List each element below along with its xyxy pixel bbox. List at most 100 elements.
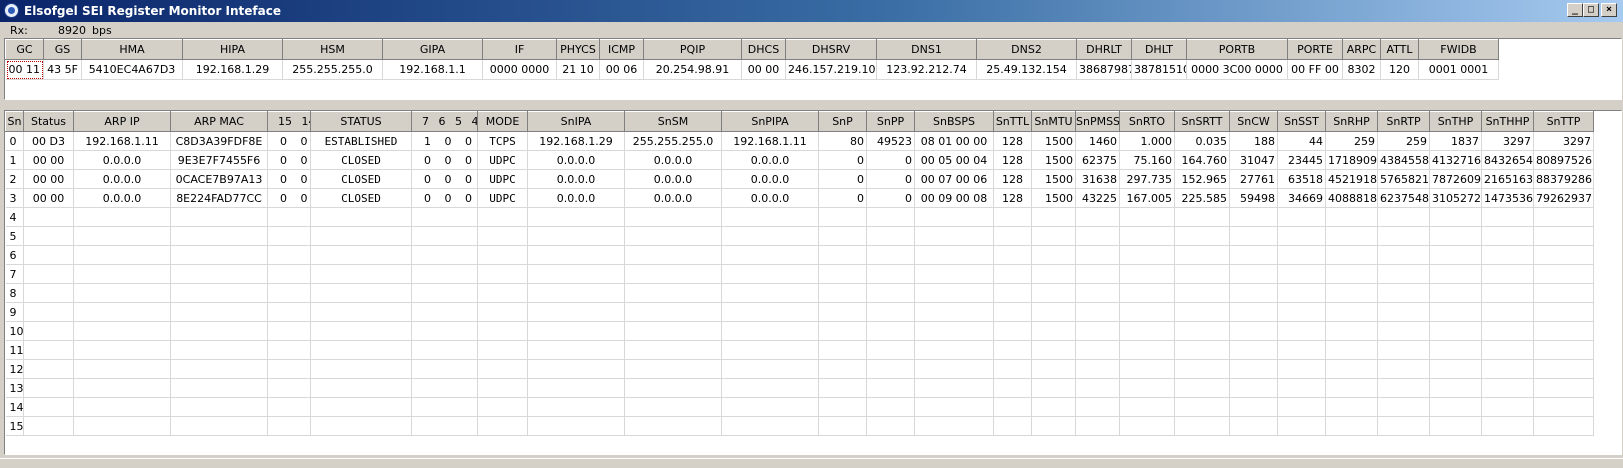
socket-cell-snsm[interactable] xyxy=(624,378,722,398)
socket-cell-snrtp[interactable]: 62375488 xyxy=(1377,188,1430,208)
socket-cell-snrto[interactable] xyxy=(1119,340,1175,360)
socket-cell-7-6-5-4[interactable] xyxy=(411,378,478,398)
socket-cell-snttp[interactable] xyxy=(1533,321,1594,341)
socket-cell-7-6-5-4[interactable]: 0 0 0 0 xyxy=(411,169,478,189)
socket-number[interactable]: 13 xyxy=(5,378,24,398)
socket-cell-snp[interactable] xyxy=(818,264,867,284)
socket-cell-snthhp[interactable] xyxy=(1481,207,1534,227)
socket-cell-snttp[interactable] xyxy=(1533,359,1594,379)
socket-cell-snttl[interactable] xyxy=(993,283,1032,303)
socket-cell-snmtu[interactable] xyxy=(1031,245,1076,265)
socket-cell-snsst[interactable] xyxy=(1277,226,1326,246)
socket-cell-status[interactable] xyxy=(310,321,412,341)
socket-number[interactable]: 2 xyxy=(5,169,24,189)
socket-cell-snbsps[interactable] xyxy=(914,245,994,265)
socket-cell-status[interactable] xyxy=(310,416,412,436)
socket-cell-snsm[interactable] xyxy=(624,397,722,417)
socket-cell-snpp[interactable] xyxy=(866,397,915,417)
socket-cell-mode[interactable] xyxy=(477,207,528,227)
socket-cell-snttl[interactable] xyxy=(993,378,1032,398)
socket-cell-arp-mac[interactable]: 8E224FAD77CC xyxy=(170,188,268,208)
socket-cell-snttl[interactable] xyxy=(993,264,1032,284)
register-value-fwidb[interactable]: 0001 0001 xyxy=(1418,59,1499,80)
socket-cell-arp-mac[interactable] xyxy=(170,283,268,303)
socket-cell-snsst[interactable] xyxy=(1277,207,1326,227)
socket-cell-mode[interactable] xyxy=(477,416,528,436)
socket-cell-snsst[interactable]: 44 xyxy=(1277,131,1326,151)
socket-cell-mode[interactable] xyxy=(477,397,528,417)
socket-cell-snthhp[interactable] xyxy=(1481,302,1534,322)
socket-cell-snpmss[interactable] xyxy=(1075,340,1120,360)
socket-cell-snthhp[interactable]: 14735361 xyxy=(1481,188,1534,208)
socket-cell-snpmss[interactable]: 43225 xyxy=(1075,188,1120,208)
socket-number[interactable]: 3 xyxy=(5,188,24,208)
socket-number[interactable]: 11 xyxy=(5,340,24,360)
socket-row[interactable]: 11 xyxy=(5,340,1594,360)
socket-cell-snrto[interactable] xyxy=(1119,397,1175,417)
socket-cell-snrto[interactable] xyxy=(1119,283,1175,303)
socket-cell-arp-mac[interactable]: C8D3A39FDF8E xyxy=(170,131,268,151)
socket-number[interactable]: 10 xyxy=(5,321,24,341)
socket-cell-15-14[interactable] xyxy=(267,416,311,436)
socket-cell-15-14[interactable] xyxy=(267,359,311,379)
socket-cell-snbsps[interactable] xyxy=(914,397,994,417)
socket-cell-snrtp[interactable] xyxy=(1377,397,1430,417)
socket-cell-status[interactable]: CLOSED xyxy=(310,150,412,170)
socket-cell-snmtu[interactable]: 1500 xyxy=(1031,188,1076,208)
register-value-gipa[interactable]: 192.168.1.1 xyxy=(382,59,483,80)
socket-cell-arp-mac[interactable] xyxy=(170,359,268,379)
socket-cell-snrtp[interactable] xyxy=(1377,416,1430,436)
socket-cell-7-6-5-4[interactable] xyxy=(411,264,478,284)
socket-cell-snpp[interactable] xyxy=(866,207,915,227)
socket-cell-snthp[interactable] xyxy=(1429,340,1482,360)
socket-cell-snttp[interactable] xyxy=(1533,302,1594,322)
register-value-attl[interactable]: 120 xyxy=(1380,59,1419,80)
socket-number[interactable]: 7 xyxy=(5,264,24,284)
socket-cell-snpp[interactable] xyxy=(866,302,915,322)
socket-cell-snttl[interactable] xyxy=(993,340,1032,360)
socket-cell-arp-mac[interactable] xyxy=(170,207,268,227)
socket-cell-snsm[interactable] xyxy=(624,340,722,360)
socket-cell-snsrtt[interactable] xyxy=(1174,397,1230,417)
socket-cell-snrtp[interactable]: 259 xyxy=(1377,131,1430,151)
socket-cell-snpp[interactable]: 0 xyxy=(866,150,915,170)
socket-cell-snrto[interactable] xyxy=(1119,245,1175,265)
socket-cell-snipa[interactable] xyxy=(527,416,625,436)
minimize-button[interactable]: _ xyxy=(1567,3,1583,17)
socket-cell-snttl[interactable] xyxy=(993,207,1032,227)
socket-cell-snpmss[interactable] xyxy=(1075,245,1120,265)
socket-cell-snttp[interactable] xyxy=(1533,378,1594,398)
socket-cell-snmtu[interactable]: 1500 xyxy=(1031,150,1076,170)
socket-cell-status[interactable] xyxy=(23,378,74,398)
socket-cell-snipa[interactable] xyxy=(527,283,625,303)
socket-cell-status[interactable] xyxy=(23,340,74,360)
register-value-dhrlt[interactable]: 38687987 xyxy=(1076,59,1132,80)
socket-cell-sncw[interactable]: 27761 xyxy=(1229,169,1278,189)
socket-row[interactable]: 9 xyxy=(5,302,1594,322)
socket-cell-7-6-5-4[interactable] xyxy=(411,416,478,436)
socket-cell-snbsps[interactable]: 00 09 00 08 xyxy=(914,188,994,208)
socket-cell-snmtu[interactable] xyxy=(1031,416,1076,436)
socket-cell-snthhp[interactable] xyxy=(1481,264,1534,284)
socket-cell-snpp[interactable] xyxy=(866,283,915,303)
socket-cell-snsrtt[interactable] xyxy=(1174,302,1230,322)
socket-cell-snipa[interactable] xyxy=(527,207,625,227)
socket-cell-snbsps[interactable] xyxy=(914,378,994,398)
socket-cell-snpipa[interactable] xyxy=(721,245,819,265)
socket-cell-snrhp[interactable] xyxy=(1325,378,1378,398)
socket-cell-snpp[interactable] xyxy=(866,321,915,341)
socket-cell-snttp[interactable] xyxy=(1533,226,1594,246)
socket-cell-snrhp[interactable] xyxy=(1325,416,1378,436)
socket-cell-snthp[interactable] xyxy=(1429,302,1482,322)
socket-cell-snthhp[interactable]: 3297 xyxy=(1481,131,1534,151)
socket-cell-snrtp[interactable]: 43845588 xyxy=(1377,150,1430,170)
socket-cell-snrhp[interactable] xyxy=(1325,302,1378,322)
socket-cell-snp[interactable]: 80 xyxy=(818,131,867,151)
socket-cell-snthp[interactable]: 31052724 xyxy=(1429,188,1482,208)
socket-number[interactable]: 8 xyxy=(5,283,24,303)
socket-row[interactable]: 7 xyxy=(5,264,1594,284)
socket-cell-arp-mac[interactable]: 9E3E7F7455F6 xyxy=(170,150,268,170)
register-value-pqip[interactable]: 20.254.98.91 xyxy=(643,59,742,80)
socket-cell-snpp[interactable]: 0 xyxy=(866,169,915,189)
socket-cell-arp-mac[interactable] xyxy=(170,321,268,341)
